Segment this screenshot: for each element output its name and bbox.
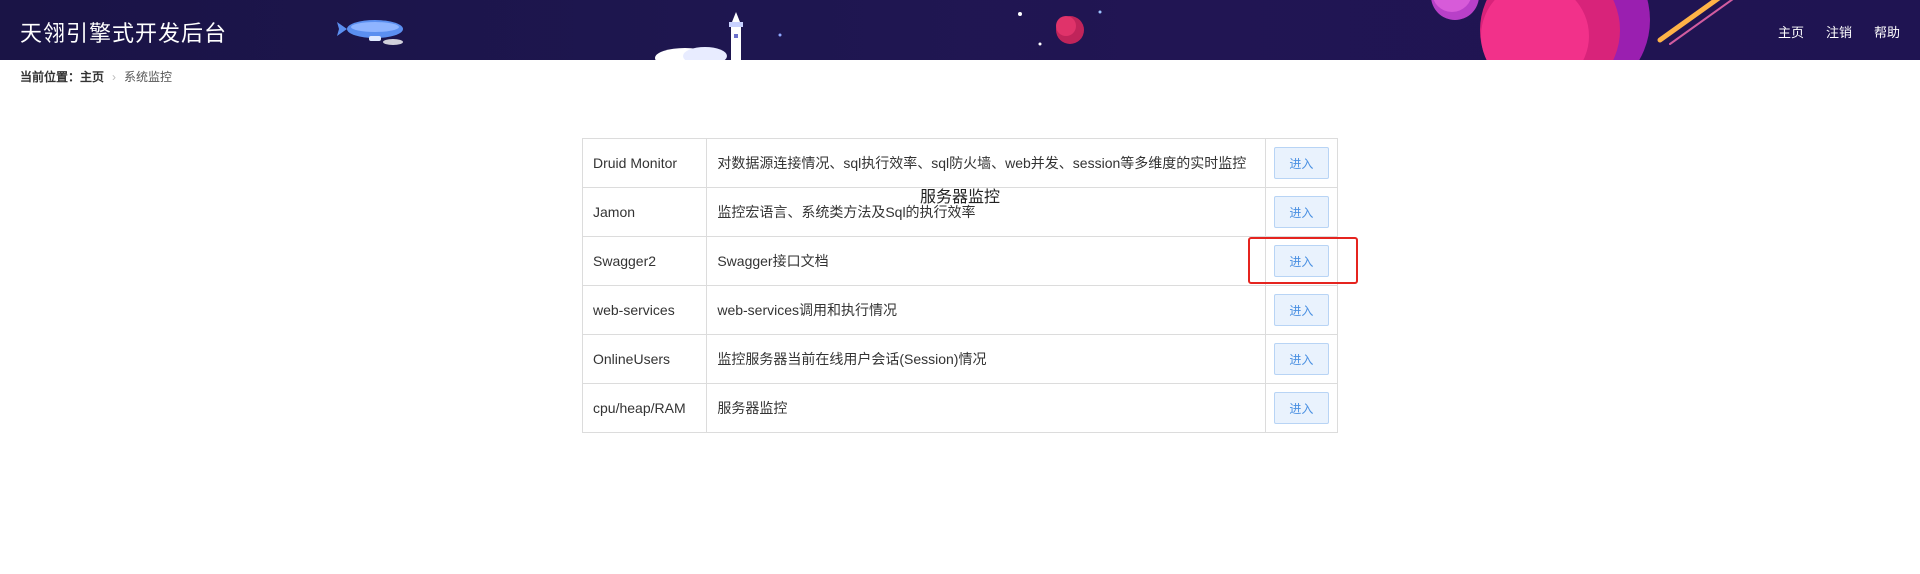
table-row: Swagger2 Swagger接口文档 进入 xyxy=(581,236,1339,286)
table-row: OnlineUsers 监控服务器当前在线用户会话(Session)情况 进入 xyxy=(581,334,1339,384)
monitor-name: Jamon xyxy=(581,187,708,237)
nav-home-link[interactable]: 主页 xyxy=(1778,22,1804,41)
top-header: 天翎引擎式开发后台 主页 注销 帮助 xyxy=(0,0,1920,60)
monitor-name: Druid Monitor xyxy=(581,138,708,188)
stars-illustration xyxy=(778,10,1102,46)
monitor-table: Druid Monitor 对数据源连接情况、sql执行效率、sql防火墙、we… xyxy=(581,138,1339,433)
monitor-name: OnlineUsers xyxy=(581,334,708,384)
monitor-description: 服务器监控 xyxy=(706,383,1266,433)
breadcrumb-home-link[interactable]: 主页 xyxy=(80,70,104,84)
nav-help-link[interactable]: 帮助 xyxy=(1874,22,1900,41)
planets-illustration xyxy=(1431,0,1734,60)
table-row: web-services web-services调用和执行情况 进入 xyxy=(581,285,1339,335)
enter-button-druid[interactable]: 进入 xyxy=(1273,147,1329,179)
monitor-description: 监控宏语言、系统类方法及Sql的执行效率 xyxy=(706,187,1266,237)
breadcrumb-separator-icon: › xyxy=(112,70,117,84)
table-row: cpu/heap/RAM 服务器监控 进入 xyxy=(581,383,1339,433)
breadcrumb-current: 系统监控 xyxy=(124,70,173,84)
blimp-illustration xyxy=(337,20,403,45)
enter-button-jamon[interactable]: 进入 xyxy=(1273,196,1329,228)
monitor-description: Swagger接口文档 xyxy=(706,236,1266,286)
top-nav: 主页 注销 帮助 xyxy=(1778,22,1900,41)
castle-illustration xyxy=(655,12,743,60)
table-row: Druid Monitor 对数据源连接情况、sql执行效率、sql防火墙、we… xyxy=(581,138,1339,188)
enter-button-online-users[interactable]: 进入 xyxy=(1273,343,1329,375)
table-row: Jamon 监控宏语言、系统类方法及Sql的执行效率 进入 xyxy=(581,187,1339,237)
monitor-description: 监控服务器当前在线用户会话(Session)情况 xyxy=(706,334,1266,384)
app-title: 天翎引擎式开发后台 xyxy=(20,21,228,46)
breadcrumb-lead: 当前位置： xyxy=(20,70,81,84)
monitor-name: web-services xyxy=(581,285,708,335)
nav-logout-link[interactable]: 注销 xyxy=(1826,22,1852,41)
breadcrumb: 当前位置：主页 › 系统监控 xyxy=(0,60,1920,94)
enter-button-web-services[interactable]: 进入 xyxy=(1273,294,1329,326)
monitor-description: web-services调用和执行情况 xyxy=(706,285,1266,335)
enter-button-cpu-heap-ram[interactable]: 进入 xyxy=(1273,392,1329,424)
monitor-name: Swagger2 xyxy=(581,236,708,286)
monitor-description: 对数据源连接情况、sql执行效率、sql防火墙、web并发、session等多维… xyxy=(706,138,1266,188)
monitor-name: cpu/heap/RAM xyxy=(581,383,708,433)
highlight-annotation-box xyxy=(1248,237,1358,284)
